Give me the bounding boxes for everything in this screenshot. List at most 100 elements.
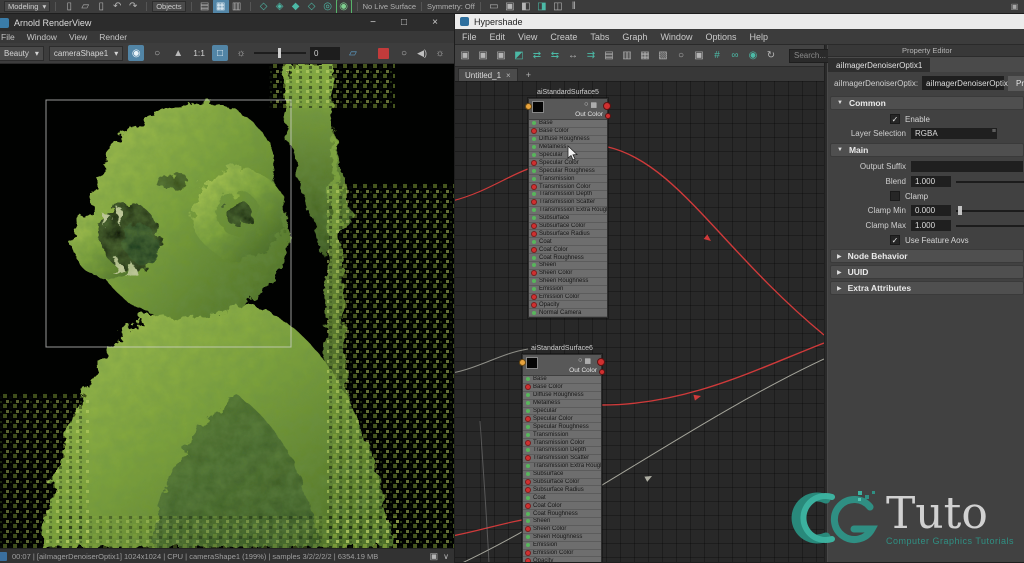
settings-gear-icon[interactable]: ☼ bbox=[432, 45, 448, 61]
node-port[interactable]: Coat bbox=[523, 494, 601, 503]
menu-item[interactable]: Render bbox=[99, 32, 127, 42]
maximize-button[interactable]: □ bbox=[391, 15, 417, 30]
aa-toggle-icon[interactable]: ○ bbox=[149, 45, 165, 61]
enable-checkbox[interactable]: ✓ bbox=[890, 114, 900, 124]
slider-handle[interactable] bbox=[958, 206, 962, 215]
layout-single-icon[interactable]: ▧ bbox=[655, 48, 671, 64]
menu-item[interactable]: Tabs bbox=[590, 32, 609, 42]
node-port[interactable]: Coat Roughness bbox=[523, 510, 601, 519]
use-feature-aovs-checkbox[interactable]: ✓ bbox=[890, 235, 900, 245]
rearrange-graph-icon[interactable]: ⇉ bbox=[583, 48, 599, 64]
node-port[interactable]: Opacity bbox=[529, 301, 607, 310]
node-port[interactable]: Subsurface bbox=[523, 471, 601, 479]
node-port[interactable]: Base Color bbox=[529, 128, 607, 136]
zoom-ratio-label[interactable]: 1:1 bbox=[191, 48, 207, 58]
symmetry-label[interactable]: Symmetry: Off bbox=[427, 2, 475, 11]
workspace-icon[interactable]: ▣ bbox=[1009, 1, 1020, 12]
node-port[interactable]: Normal Camera bbox=[529, 309, 607, 318]
pin-selection-icon[interactable]: ∞ bbox=[727, 48, 743, 64]
node-port[interactable]: Transmission Scatter bbox=[523, 455, 601, 463]
menu-item[interactable]: Graph bbox=[622, 32, 647, 42]
collapsed-section[interactable]: ▶ UUID bbox=[830, 265, 1024, 279]
out-color-dot[interactable] bbox=[599, 369, 605, 375]
menuset-dropdown[interactable]: Modeling ▾ bbox=[4, 1, 51, 12]
debug-shading-icon[interactable]: ▲ bbox=[170, 45, 186, 61]
node-port[interactable]: Sheen Roughness bbox=[523, 534, 601, 542]
clamp-min-slider[interactable] bbox=[956, 205, 1024, 216]
clamp-min-field[interactable]: 0.000 bbox=[911, 205, 951, 216]
node-port[interactable]: Transmission Scatter bbox=[529, 199, 607, 207]
exposure-slider[interactable]: 0 bbox=[254, 46, 341, 60]
menu-item[interactable]: File bbox=[462, 32, 477, 42]
menu-item[interactable]: Edit bbox=[490, 32, 506, 42]
toggle-create-bar-icon[interactable]: ▣ bbox=[457, 48, 473, 64]
shader-node-aistandardsurface5[interactable]: aiStandardSurface5 ○ ▦ Out Color Base Ba… bbox=[525, 89, 611, 319]
tab-untitled-1[interactable]: Untitled_1 × bbox=[458, 68, 518, 81]
node-port[interactable]: Specular Roughness bbox=[529, 167, 607, 176]
node-port[interactable]: Coat Roughness bbox=[529, 254, 607, 263]
menu-item[interactable]: File bbox=[1, 32, 15, 42]
node-port[interactable]: Metalness bbox=[529, 144, 607, 152]
menu-item[interactable]: View bbox=[69, 32, 87, 42]
node-layout-icon[interactable]: ▦ bbox=[590, 101, 597, 109]
node-port[interactable]: Sheen bbox=[523, 518, 601, 526]
node-port[interactable]: Emission Color bbox=[523, 550, 601, 558]
node-port[interactable]: Opacity bbox=[523, 557, 601, 562]
slider-handle[interactable] bbox=[278, 48, 282, 58]
minimize-button[interactable]: − bbox=[360, 15, 386, 30]
node-port[interactable]: Transmission bbox=[523, 431, 601, 440]
node-port[interactable]: Base bbox=[523, 376, 601, 384]
clamp-checkbox[interactable] bbox=[890, 191, 900, 201]
output-suffix-field[interactable] bbox=[911, 161, 1023, 172]
node-port[interactable]: Emission bbox=[529, 286, 607, 294]
menu-item[interactable]: View bbox=[518, 32, 537, 42]
node-port[interactable]: Coat Color bbox=[529, 246, 607, 255]
node-header[interactable]: ○ ▦ Out Color bbox=[519, 355, 605, 376]
node-port[interactable]: Subsurface Radius bbox=[529, 230, 607, 239]
selection-mask-dropdown[interactable]: Objects bbox=[152, 1, 186, 12]
field-menu-icon[interactable]: ≡ bbox=[992, 128, 996, 135]
close-button[interactable]: × bbox=[422, 15, 448, 30]
stop-render-button[interactable] bbox=[375, 45, 391, 61]
node-input-dot[interactable] bbox=[519, 359, 526, 366]
node-name-field[interactable]: aiImagerDenoiserOptix1 bbox=[922, 76, 1012, 90]
collapse-graph-icon[interactable]: ↔ bbox=[565, 48, 581, 64]
render-viewport[interactable] bbox=[0, 64, 454, 548]
arnold-titlebar[interactable]: Arnold RenderView − □ × bbox=[0, 14, 454, 31]
presets-button[interactable]: Presets bbox=[1008, 75, 1024, 91]
camera-dropdown[interactable]: cameraShape1 ▾ bbox=[48, 45, 124, 61]
node-port[interactable]: Diffuse Roughness bbox=[523, 392, 601, 400]
node-port[interactable]: Emission bbox=[523, 542, 601, 550]
out-color-dot[interactable] bbox=[605, 113, 611, 119]
clamp-max-field[interactable]: 1.000 bbox=[911, 220, 951, 231]
property-editor-title[interactable]: Property Editor bbox=[828, 45, 1024, 57]
menu-item[interactable]: Create bbox=[550, 32, 577, 42]
layout-vertical-icon[interactable]: ▥ bbox=[619, 48, 635, 64]
layer-selection-field[interactable]: RGBA ≡ bbox=[911, 128, 997, 139]
node-port[interactable]: Subsurface Color bbox=[523, 479, 601, 487]
graph-input-connections-icon[interactable]: ◩ bbox=[511, 48, 527, 64]
node-graph-canvas[interactable]: aiStandardSurface5 ○ ▦ Out Color Base Ba… bbox=[452, 81, 824, 562]
node-port[interactable]: Subsurface Color bbox=[529, 223, 607, 231]
refresh-swatches-icon[interactable]: ↻ bbox=[763, 48, 779, 64]
aov-dropdown[interactable]: Beauty ▾ bbox=[0, 45, 44, 61]
close-icon[interactable]: × bbox=[506, 71, 511, 80]
hypershade-titlebar[interactable]: Hypershade bbox=[452, 14, 1024, 29]
node-port[interactable]: Emission Color bbox=[529, 294, 607, 302]
node-port[interactable]: Transmission Extra Roughness bbox=[523, 463, 601, 471]
node-port[interactable]: Specular Color bbox=[529, 159, 607, 168]
menu-item[interactable]: Window bbox=[27, 32, 57, 42]
node-port[interactable]: Transmission Depth bbox=[529, 191, 607, 199]
node-output-dot[interactable] bbox=[603, 102, 611, 110]
node-header[interactable]: ○ ▦ Out Color bbox=[525, 99, 611, 120]
graph-input-output-connections-icon[interactable]: ⇄ bbox=[529, 48, 545, 64]
menu-item[interactable]: Options bbox=[705, 32, 736, 42]
toggle-browser-icon[interactable]: ▣ bbox=[493, 48, 509, 64]
clamp-max-slider[interactable] bbox=[956, 220, 1024, 231]
menu-item[interactable]: Help bbox=[749, 32, 768, 42]
node-port[interactable]: Specular Color bbox=[523, 415, 601, 424]
node-port[interactable]: Diffuse Roughness bbox=[529, 136, 607, 144]
node-port[interactable]: Transmission Color bbox=[529, 183, 607, 192]
node-port[interactable]: Specular bbox=[529, 152, 607, 160]
node-port[interactable]: Sheen Color bbox=[529, 270, 607, 278]
